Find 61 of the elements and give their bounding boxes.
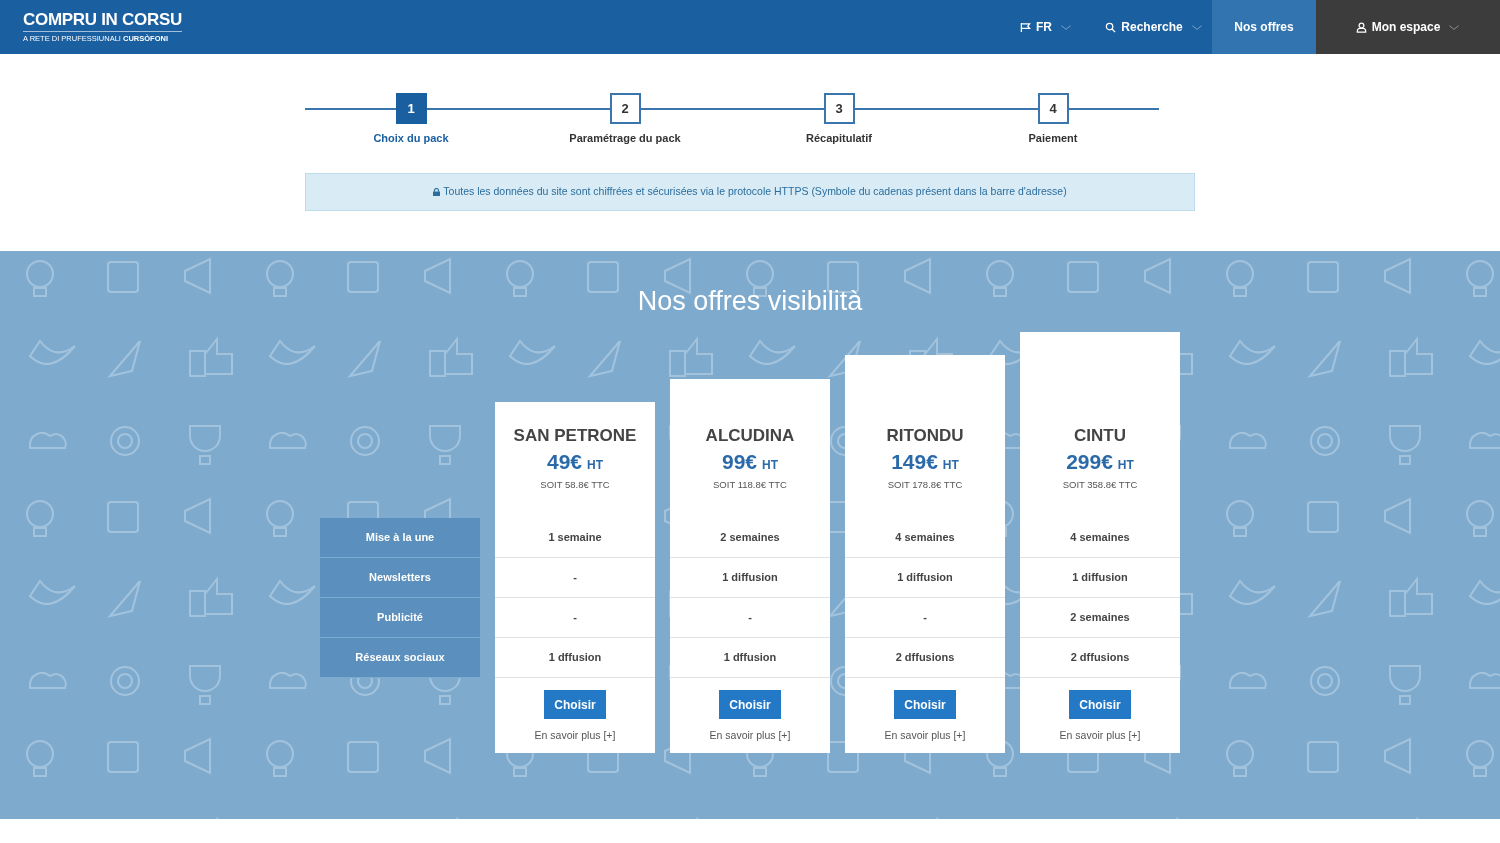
table-cell: 1 semaine — [495, 518, 655, 558]
step-label: Choix du pack — [373, 131, 449, 146]
step-label: Récapitulatif — [806, 131, 872, 146]
ttc-price: SOIT 178.8€ TTC — [887, 477, 963, 492]
plan-name: ALCUDINA — [705, 425, 795, 446]
price-unit: HT — [587, 456, 603, 474]
price-unit: HT — [942, 456, 959, 474]
plan-price: 149€ — [891, 449, 938, 474]
security-notice: Toutes les données du site sont chiffrées et sécurisées via le protocole HTTPS (Symbole du cadenas présent dans la barre d'adresse) — [443, 184, 1067, 200]
table-cell: 1 diffusion — [1020, 558, 1180, 598]
table-cell: 1 diffusion — [670, 558, 830, 598]
table-cell: 2 dffusions — [1020, 638, 1180, 678]
table-cell: - — [495, 598, 655, 638]
flag-icon — [1020, 21, 1031, 33]
table-cell: 1 dffusion — [495, 638, 655, 678]
choose-button[interactable]: Choisir — [894, 690, 956, 719]
price-unit: HT — [1117, 456, 1134, 474]
plan-name: RITONDU — [886, 425, 964, 446]
table-cell: 4 semaines — [845, 518, 1005, 558]
table-cell: 1 diffusion — [845, 558, 1005, 598]
ttc-price: SOIT 118.8€ TTC — [713, 477, 787, 492]
table-cell: - — [495, 558, 655, 598]
lock-icon — [433, 188, 441, 196]
logo-title[interactable]: COMPRU IN CORSU — [23, 10, 182, 32]
feature-label: Mise à la une — [320, 518, 480, 558]
table-cell: 4 semaines — [1020, 518, 1180, 558]
ttc-price: SOIT 358.8€ TTC — [1062, 477, 1138, 492]
feature-label: Newsletters — [320, 558, 480, 598]
table-cell: - — [845, 598, 1005, 638]
feature-label: Publicité — [320, 598, 480, 638]
step-number[interactable]: 3 — [823, 93, 855, 124]
step-label: Paramétrage du pack — [569, 131, 681, 146]
table-cell: - — [670, 598, 830, 638]
step-number[interactable]: 4 — [1037, 93, 1069, 124]
table-cell: 2 semaines — [1020, 598, 1180, 638]
learn-more-link[interactable]: En savoir plus [+] — [884, 728, 966, 744]
learn-more-link[interactable]: En savoir plus [+] — [709, 728, 791, 744]
nav-item[interactable]: Mon espace — [1316, 0, 1500, 54]
step-label: Paiement — [1028, 131, 1078, 146]
user-icon — [1355, 21, 1367, 33]
plan-price: 299€ — [1066, 449, 1113, 474]
plan-price: 99€ — [721, 449, 757, 474]
choose-button[interactable]: Choisir — [719, 690, 781, 719]
learn-more-link[interactable]: En savoir plus [+] — [1059, 728, 1141, 744]
table-cell: 1 dffusion — [670, 638, 830, 678]
table-cell: 2 semaines — [670, 518, 830, 558]
feature-label: Réseaux sociaux — [320, 638, 480, 678]
plan-price: 49€ — [546, 449, 582, 474]
step-number[interactable]: 1 — [395, 93, 427, 124]
table-cell: 2 dffusions — [845, 638, 1005, 678]
price-unit: HT — [762, 456, 778, 474]
choose-button[interactable]: Choisir — [544, 690, 606, 719]
step-number[interactable]: 2 — [609, 93, 641, 124]
plan-name: SAN PETRONE — [513, 425, 637, 446]
choose-button[interactable]: Choisir — [1069, 690, 1131, 719]
plan-name: CINTU — [1074, 425, 1126, 446]
nav-item[interactable]: Nos offres — [1212, 0, 1316, 54]
search-icon — [1105, 21, 1117, 33]
learn-more-link[interactable]: En savoir plus [+] — [534, 728, 616, 744]
section-title: Nos offres visibilità — [636, 285, 864, 317]
ttc-price: SOIT 58.8€ TTC — [540, 477, 610, 492]
